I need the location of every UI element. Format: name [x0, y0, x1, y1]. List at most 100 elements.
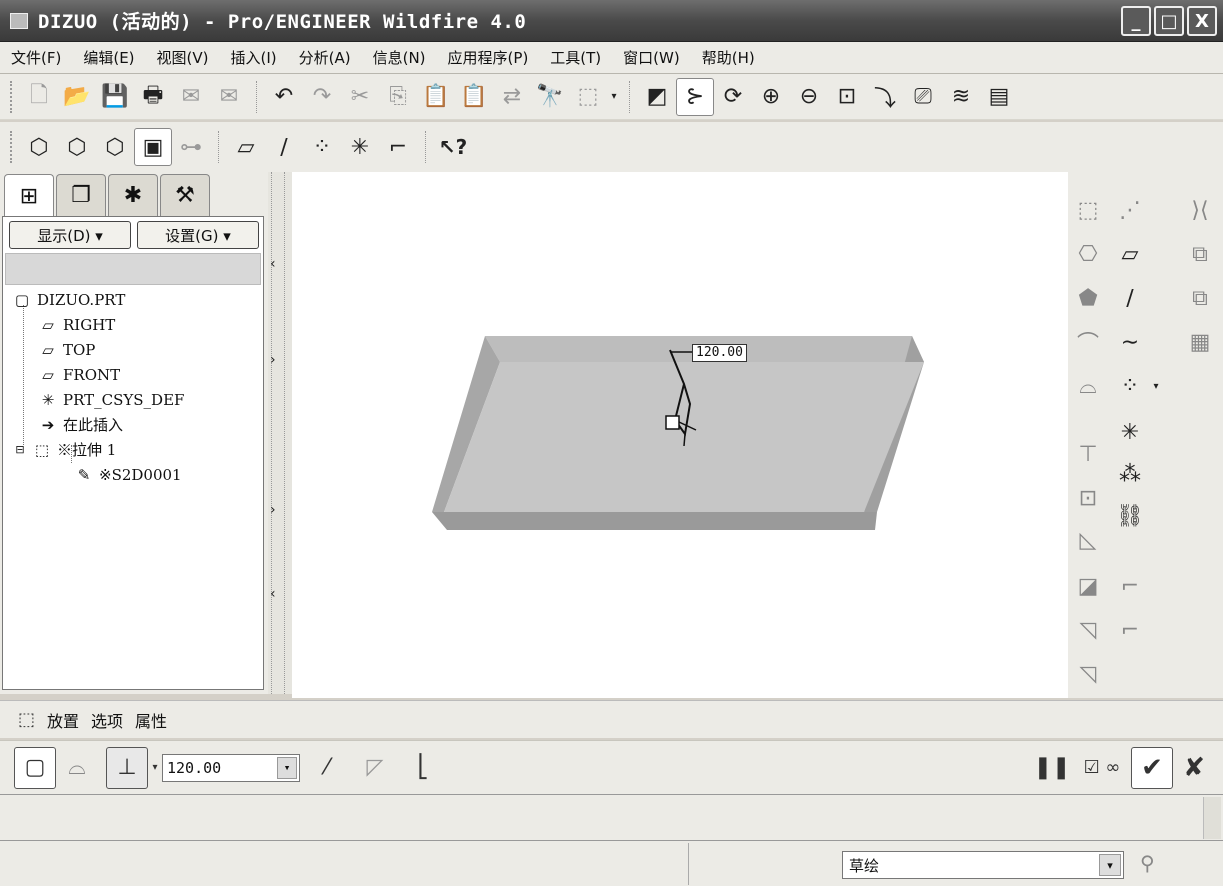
collapse-left-icon[interactable]: ‹ — [270, 256, 276, 272]
paste-special-icon[interactable]: 📋 — [455, 78, 493, 116]
menu-window[interactable]: 窗口(W) — [612, 47, 691, 68]
model-tree-tab-icon[interactable]: ⊞ — [4, 174, 54, 218]
menu-info[interactable]: 信息(N) — [362, 47, 437, 68]
tree-item-right-plane[interactable]: ▱ RIGHT — [11, 312, 261, 337]
datum-axis-display-icon[interactable]: ∕ — [265, 128, 303, 166]
regenerate-icon[interactable]: ⇄ — [493, 78, 531, 116]
show-dropdown-button[interactable]: 显示(D) ▾ — [9, 221, 131, 249]
datum-csys-tool-icon[interactable]: ✳ — [1112, 414, 1148, 450]
cancel-x-icon[interactable]: ✘ — [1173, 747, 1215, 789]
panel-splitter[interactable]: ‹ › › ‹ — [268, 172, 292, 694]
chevron-down-icon[interactable]: ▾ — [607, 78, 621, 116]
folder-browser-tab-icon[interactable]: ❐ — [56, 174, 106, 216]
selection-filter-select[interactable]: 草绘 ▾ — [842, 851, 1124, 879]
settings-dropdown-button[interactable]: 设置(G) ▾ — [137, 221, 259, 249]
view-manager-icon[interactable]: ▤ — [980, 78, 1018, 116]
trim-icon[interactable]: ⧉ — [1182, 280, 1218, 316]
model-tree-toggle-icon[interactable]: ⊶ — [172, 128, 210, 166]
surface-extrude-icon[interactable]: ⌓ — [56, 747, 98, 789]
chain-link-icon[interactable]: ⛓ — [1112, 498, 1148, 534]
spin-center-icon[interactable]: ⊱ — [676, 77, 714, 116]
draft-icon[interactable]: ⊡ — [1070, 480, 1106, 516]
tree-item-insert-here[interactable]: ➔ 在此插入 — [11, 412, 261, 437]
tree-item-sketch[interactable]: ✎ ※S2D0001 — [11, 462, 261, 487]
toolbar-grip[interactable] — [10, 80, 14, 113]
datum-curve-tool-icon[interactable]: ∼ — [1112, 324, 1148, 360]
solid-extrude-icon[interactable]: ▢ — [14, 746, 56, 789]
chamfer-icon[interactable]: ◪ — [1070, 568, 1106, 604]
datum-point-tool-icon[interactable]: ⁘ — [1112, 368, 1148, 404]
sweep-icon[interactable]: ⬟ — [1070, 280, 1106, 316]
datum-plane-display-icon[interactable]: ▱ — [227, 128, 265, 166]
style-icon[interactable]: ⋰ — [1112, 192, 1148, 228]
layers-icon[interactable]: ≋ — [942, 78, 980, 116]
reorient-icon[interactable]: ⤵ — [866, 78, 904, 116]
rib-icon[interactable]: ⊤ — [1070, 436, 1106, 472]
tree-item-front-plane[interactable]: ▱ FRONT — [11, 362, 261, 387]
orient-mode-icon[interactable]: ⟳ — [714, 78, 752, 116]
confirm-check-icon[interactable]: ✔ — [1131, 746, 1173, 789]
depth-dimension-label[interactable]: 120.00 — [692, 344, 747, 362]
minimize-button[interactable]: _ — [1121, 6, 1151, 36]
open-folder-icon[interactable]: 📂 — [58, 78, 96, 116]
pause-icon[interactable]: ❚❚ — [1031, 747, 1073, 789]
close-button[interactable]: X — [1187, 6, 1217, 36]
paste-icon[interactable]: 📋 — [417, 78, 455, 116]
cut-icon[interactable]: ✂ — [341, 78, 379, 116]
wireframe-icon[interactable]: ⬡ — [20, 128, 58, 166]
menu-edit[interactable]: 编辑(E) — [72, 47, 145, 68]
chevron-down-icon[interactable]: ▾ — [148, 747, 162, 789]
menu-applications[interactable]: 应用程序(P) — [437, 47, 540, 68]
blind-depth-icon[interactable]: ⊥ — [106, 746, 148, 789]
revolve-tool-icon[interactable]: ⎔ — [1070, 236, 1106, 272]
tab-placement[interactable]: 放置 — [47, 708, 79, 732]
datum-axis-tool-icon[interactable]: ∕ — [1112, 280, 1148, 316]
collapse-left-icon[interactable]: ‹ — [270, 586, 276, 602]
zoom-out-icon[interactable]: ⊖ — [790, 78, 828, 116]
coord-sys-display-icon[interactable]: ✳ — [341, 128, 379, 166]
copy-icon[interactable]: ⎘ — [379, 78, 417, 116]
expand-right-icon[interactable]: › — [270, 502, 276, 518]
analysis-tool-icon[interactable]: ⁂ — [1112, 456, 1148, 492]
tree-item-top-plane[interactable]: ▱ TOP — [11, 337, 261, 362]
context-help-icon[interactable]: ↖? — [434, 128, 472, 166]
redo-icon[interactable]: ↷ — [303, 78, 341, 116]
shell-icon[interactable]: ⌓ — [1070, 368, 1106, 404]
datum-plane-tool-icon[interactable]: ▱ — [1112, 236, 1148, 272]
hole-icon[interactable]: ⬚ — [1070, 192, 1106, 228]
tab-properties[interactable]: 属性 — [135, 708, 167, 732]
save-icon[interactable]: 💾 — [96, 78, 134, 116]
depth-dropdown-arrow-icon[interactable]: ▾ — [277, 756, 297, 779]
tree-item-csys[interactable]: ✳ PRT_CSYS_DEF — [11, 387, 261, 412]
menu-help[interactable]: 帮助(H) — [691, 47, 766, 68]
find-icon[interactable]: 🔭 — [531, 78, 569, 116]
menu-analysis[interactable]: 分析(A) — [288, 47, 362, 68]
mirror-icon[interactable]: ⟩⟨ — [1182, 192, 1218, 228]
refit-icon[interactable]: ⊡ — [828, 78, 866, 116]
chevron-down-icon[interactable]: ▾ — [1148, 368, 1164, 404]
repaint-icon[interactable]: ◩ — [638, 78, 676, 116]
collapse-icon[interactable]: ⊟ — [13, 443, 27, 456]
menu-tools[interactable]: 工具(T) — [539, 47, 612, 68]
connections-tab-icon[interactable]: ⚒ — [160, 174, 210, 216]
boundary-blend-icon[interactable]: ⌒ — [1070, 324, 1106, 360]
undo-icon[interactable]: ↶ — [265, 78, 303, 116]
depth-value-input[interactable]: 120.00 ▾ — [162, 753, 300, 782]
filter-dropdown-arrow-icon[interactable]: ▾ — [1099, 854, 1121, 876]
email-icon[interactable]: ✉ — [172, 78, 210, 116]
new-file-icon[interactable]: 🗋 — [20, 78, 58, 116]
menu-insert[interactable]: 插入(I) — [220, 47, 288, 68]
message-scrollbar[interactable] — [1203, 797, 1221, 839]
hidden-line-icon[interactable]: ⬡ — [58, 128, 96, 166]
print-icon[interactable]: 🖶 — [134, 78, 172, 116]
edge-chamfer-icon[interactable]: ◹ — [1070, 612, 1106, 648]
merge-icon[interactable]: ⧉ — [1182, 236, 1218, 272]
preview-checkbox-icon[interactable]: ☑ ∞ — [1073, 747, 1131, 789]
select-box-icon[interactable]: ⬚ — [569, 78, 607, 116]
corner-chamfer-icon[interactable]: ◹ — [1070, 656, 1106, 692]
round-icon[interactable]: ◺ — [1070, 522, 1106, 558]
annotation-tool-icon[interactable]: ⌐ — [1112, 568, 1148, 604]
flip-direction-icon[interactable]: ⁄ — [306, 747, 348, 789]
saved-views-icon[interactable]: ⎚ — [904, 78, 942, 116]
graphics-window[interactable]: 120.00 — [292, 172, 1068, 698]
